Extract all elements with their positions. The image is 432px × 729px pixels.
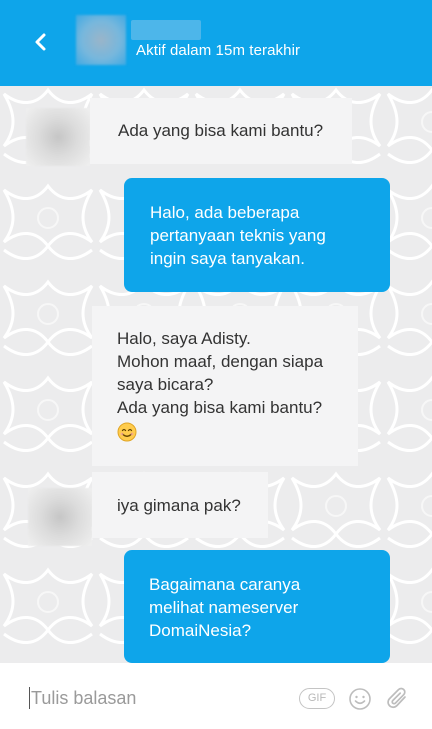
agent-avatar bbox=[28, 488, 92, 546]
contact-name-redacted bbox=[131, 20, 201, 40]
smiling-face-emoji bbox=[117, 422, 137, 442]
agent-avatar bbox=[26, 108, 90, 166]
back-button[interactable] bbox=[22, 28, 58, 56]
message-text: Halo, ada beberapa bbox=[150, 203, 300, 222]
emoji-button[interactable] bbox=[348, 687, 372, 711]
contact-avatar[interactable] bbox=[76, 15, 126, 65]
reply-input[interactable] bbox=[31, 686, 281, 710]
message-bubble-outgoing: Halo, ada beberapa pertanyaan teknis yan… bbox=[124, 178, 390, 292]
message-text: DomaiNesia? bbox=[149, 621, 252, 640]
contact-status: Aktif dalam 15m terakhir bbox=[136, 42, 301, 59]
message-text: pertanyaan teknis yang bbox=[150, 226, 326, 245]
message-text: melihat nameserver bbox=[149, 598, 299, 617]
text-caret bbox=[29, 687, 30, 709]
message-list[interactable]: Ada yang bisa kami bantu? Halo, ada bebe… bbox=[0, 86, 432, 663]
message-text: Ada yang bisa kami bantu? bbox=[118, 121, 324, 140]
message-text: ingin saya tanyakan. bbox=[150, 249, 305, 268]
paperclip-icon bbox=[387, 687, 406, 709]
chat-header: Aktif dalam 15m terakhir bbox=[0, 0, 432, 86]
message-text: saya bicara? bbox=[117, 375, 214, 394]
message-text: Mohon maaf, dengan siapa bbox=[117, 352, 324, 371]
message-text: iya gimana pak? bbox=[117, 496, 241, 515]
message-bubble-incoming: Ada yang bisa kami bantu? bbox=[90, 98, 352, 164]
message-bubble-outgoing: Bagaimana caranya melihat nameserver Dom… bbox=[124, 550, 390, 663]
smiley-icon bbox=[349, 688, 371, 710]
gif-button[interactable]: GIF bbox=[299, 688, 335, 709]
message-text: Halo, saya Adisty. bbox=[117, 329, 251, 348]
message-text: Bagaimana caranya bbox=[149, 575, 301, 594]
message-bubble-incoming: Halo, saya Adisty. Mohon maaf, dengan si… bbox=[92, 306, 358, 466]
chevron-left-icon bbox=[35, 33, 46, 51]
message-bubble-incoming: iya gimana pak? bbox=[92, 472, 268, 538]
attach-button[interactable] bbox=[386, 686, 410, 712]
message-text: Ada yang bisa kami bantu? bbox=[117, 398, 323, 417]
